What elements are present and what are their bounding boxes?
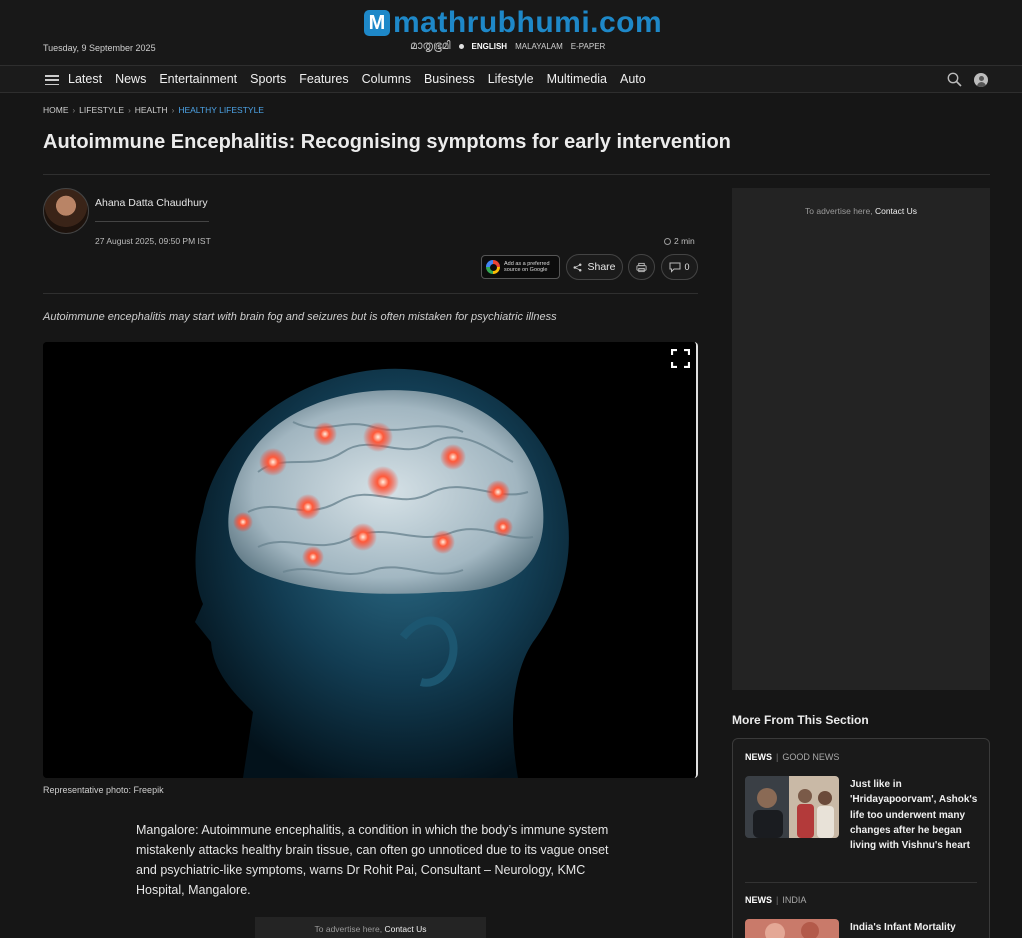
google-badge-line1: Add as a preferred: [504, 260, 550, 267]
main-nav: Latest News Entertainment Sports Feature…: [0, 65, 1022, 93]
nav-item-news[interactable]: News: [115, 72, 146, 86]
divider: [43, 293, 698, 294]
story-category: NEWS | INDIA: [745, 895, 806, 905]
clock-icon: [664, 237, 671, 245]
language-switcher: മാതൃഭൂമി ENGLISH MALAYALAM E-PAPER: [410, 40, 605, 53]
printer-icon: [636, 262, 647, 272]
language-malayalam-link[interactable]: MALAYALAM: [515, 42, 563, 51]
ad-contact-link[interactable]: Contact Us: [875, 206, 917, 216]
chevron-right-icon: ›: [171, 105, 175, 115]
chevron-right-icon: ›: [128, 105, 131, 115]
category-good-news-link[interactable]: GOOD NEWS: [782, 752, 839, 762]
published-date: 27 August 2025, 09:50 PM IST: [95, 236, 211, 246]
nav-items: Latest News Entertainment Sports Feature…: [68, 72, 659, 86]
hamburger-menu-icon[interactable]: [45, 75, 59, 86]
hero-image[interactable]: [43, 342, 698, 778]
nav-item-sports[interactable]: Sports: [250, 72, 286, 86]
share-icon: [574, 263, 582, 271]
google-badge-text: Add as a preferred source on Google: [504, 261, 550, 274]
category-news-link[interactable]: NEWS: [745, 752, 772, 762]
category-separator: |: [776, 752, 779, 762]
share-label: Share: [587, 261, 616, 273]
google-badge-line2: source on Google: [504, 267, 548, 273]
print-button[interactable]: [628, 254, 655, 280]
category-news-link[interactable]: NEWS: [745, 895, 772, 905]
brain-illustration: [43, 342, 696, 778]
google-icon: [486, 260, 500, 274]
ad-text: To advertise here,: [314, 924, 383, 934]
share-button[interactable]: Share: [566, 254, 623, 280]
chevron-right-icon: ›: [72, 105, 76, 115]
breadcrumb: HOME › LIFESTYLE › HEALTH › HEALTHY LIFE…: [43, 105, 264, 115]
author-name[interactable]: Ahana Datta Chaudhury: [95, 197, 208, 209]
comment-count: 0: [684, 262, 690, 272]
breadcrumb-home[interactable]: HOME: [43, 105, 69, 115]
more-from-section-title: More From This Section: [732, 713, 869, 727]
masthead: Tuesday, 9 September 2025 M mathrubhumi.…: [0, 0, 1022, 65]
breadcrumb-healthy-lifestyle[interactable]: HEALTHY LIFESTYLE: [178, 105, 264, 115]
dot-separator-icon: [458, 44, 464, 49]
nav-item-multimedia[interactable]: Multimedia: [547, 72, 607, 86]
nav-item-latest[interactable]: Latest: [68, 72, 102, 86]
inline-ad-slot: To advertise here, Contact Us: [255, 917, 486, 938]
ad-text: To advertise here,: [805, 206, 873, 216]
search-icon[interactable]: [947, 72, 962, 87]
comments-button[interactable]: 0: [661, 254, 698, 280]
logo-mark: M: [364, 10, 390, 36]
epaper-link[interactable]: E-PAPER: [571, 42, 606, 51]
story-photo: [745, 776, 839, 838]
article-title: Autoimmune Encephalitis: Recognising sym…: [43, 131, 731, 153]
story-thumbnail[interactable]: [745, 919, 839, 938]
logo-malayalam: മാതൃഭൂമി: [410, 40, 451, 52]
article-body-paragraph: Mangalore: Autoimmune encephalitis, a co…: [136, 823, 609, 897]
image-caption: Representative photo: Freepik: [43, 785, 164, 795]
comment-icon: [669, 262, 681, 273]
read-time-label: 2 min: [674, 236, 695, 246]
story-title-link[interactable]: India's Infant Mortality: [850, 920, 978, 935]
story-thumbnail[interactable]: [745, 776, 839, 838]
ad-contact-link[interactable]: Contact Us: [384, 924, 426, 934]
language-english-link[interactable]: ENGLISH: [472, 42, 508, 51]
story-title-link[interactable]: Just like in 'Hridayapoorvam', Ashok's l…: [850, 777, 978, 853]
site-logo[interactable]: M mathrubhumi.com: [364, 6, 662, 40]
google-preferred-source-button[interactable]: Add as a preferred source on Google: [481, 255, 560, 279]
nav-item-auto[interactable]: Auto: [620, 72, 646, 86]
nav-item-columns[interactable]: Columns: [362, 72, 411, 86]
user-account-icon[interactable]: [974, 73, 988, 87]
breadcrumb-health[interactable]: HEALTH: [135, 105, 168, 115]
category-india-link[interactable]: INDIA: [782, 895, 806, 905]
current-date: Tuesday, 9 September 2025: [43, 43, 156, 53]
nav-item-business[interactable]: Business: [424, 72, 475, 86]
article-summary: Autoimmune encephalitis may start with b…: [43, 311, 557, 323]
divider: [95, 221, 209, 222]
nav-item-lifestyle[interactable]: Lifestyle: [488, 72, 534, 86]
divider: [745, 882, 977, 883]
story-photo: [745, 919, 839, 938]
fullscreen-icon[interactable]: [671, 349, 690, 368]
author-avatar[interactable]: [43, 188, 89, 234]
logo-text: mathrubhumi.com: [393, 6, 663, 39]
breadcrumb-lifestyle[interactable]: LIFESTYLE: [79, 105, 124, 115]
sidebar-ad-slot: To advertise here, Contact Us: [732, 188, 990, 690]
story-category: NEWS | GOOD NEWS: [745, 752, 839, 762]
read-time: 2 min: [664, 236, 695, 246]
divider: [43, 174, 990, 175]
nav-item-features[interactable]: Features: [299, 72, 348, 86]
category-separator: |: [776, 895, 779, 905]
nav-item-entertainment[interactable]: Entertainment: [159, 72, 237, 86]
